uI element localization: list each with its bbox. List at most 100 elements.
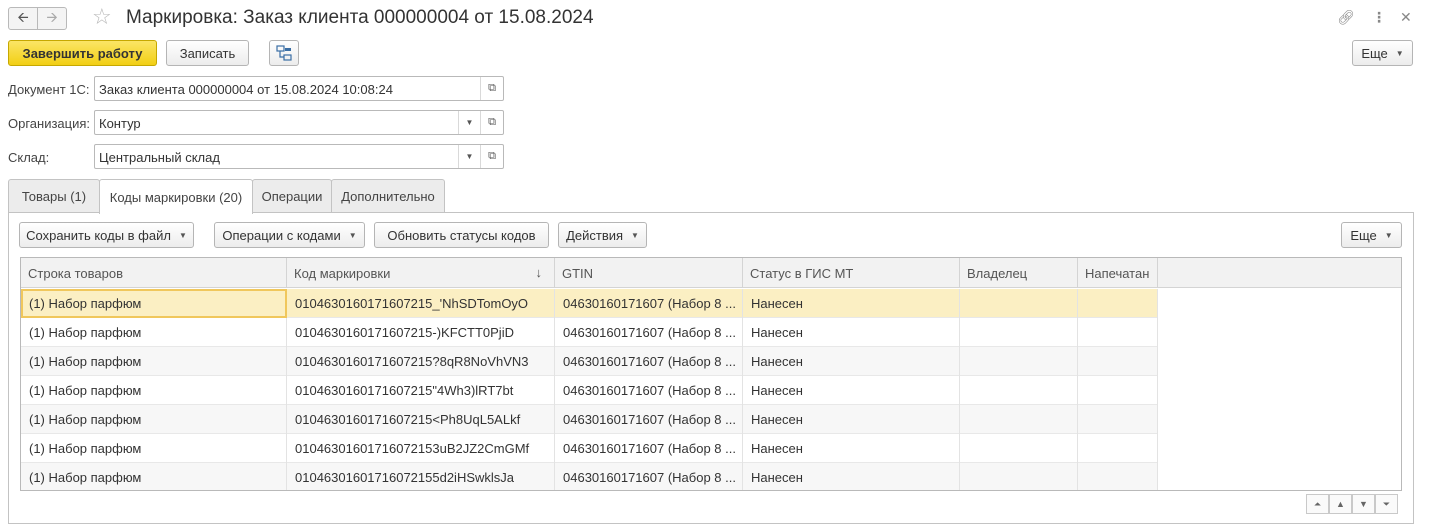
table-cell[interactable]: 0104630160171607215"4Wh3)lRT7bt: [287, 376, 555, 405]
forward-button[interactable]: 🡪: [37, 7, 67, 30]
table-cell[interactable]: 0104630160171607215?8qR8NoVhVN3: [287, 347, 555, 376]
table-cell[interactable]: [960, 434, 1078, 463]
table-cell[interactable]: 04630160171607 (Набор 8 ...: [555, 434, 743, 463]
table-cell[interactable]: [960, 347, 1078, 376]
table-cell[interactable]: [1078, 376, 1158, 405]
table-cell[interactable]: 0104630160171607215<Ph8UqL5ALkf: [287, 405, 555, 434]
open-icon[interactable]: ⧉: [480, 145, 503, 168]
table-more-button[interactable]: Еще ▼: [1341, 222, 1402, 248]
table-cell[interactable]: (1) Набор парфюм: [21, 376, 287, 405]
table-cell[interactable]: [1078, 405, 1158, 434]
finish-button[interactable]: Завершить работу: [8, 40, 157, 66]
caret-down-icon: ▼: [1384, 230, 1393, 240]
table-cell[interactable]: 04630160171607 (Набор 8 ...: [555, 463, 743, 490]
more-label: Еще: [1361, 45, 1388, 61]
table-cell[interactable]: [1078, 463, 1158, 490]
table-cell[interactable]: Нанесен: [743, 376, 960, 405]
dropdown-icon[interactable]: ▼: [458, 145, 480, 168]
organization-label: Организация:: [8, 116, 91, 131]
actions-button[interactable]: Действия ▼: [558, 222, 647, 248]
organization-field[interactable]: Контур ▼ ⧉: [94, 110, 504, 135]
table-row[interactable]: (1) Набор парфюм 01046301601716072153uB2J…: [21, 434, 1158, 463]
table-cell[interactable]: [960, 463, 1078, 490]
column-header[interactable]: Владелец: [960, 258, 1078, 288]
table-cell[interactable]: [1078, 289, 1158, 318]
tab-operations[interactable]: Операции: [252, 179, 332, 213]
table-cell[interactable]: Нанесен: [743, 463, 960, 490]
link-icon[interactable]: 🔗︎: [1337, 8, 1355, 26]
table-cell[interactable]: [960, 376, 1078, 405]
table-cell[interactable]: 04630160171607 (Набор 8 ...: [555, 318, 743, 347]
column-header-label: Код маркировки: [294, 266, 391, 281]
scroll-last-icon[interactable]: ⏷: [1375, 494, 1398, 514]
caret-down-icon: ▼: [178, 230, 187, 240]
document-field[interactable]: Заказ клиента 000000004 от 15.08.2024 10…: [94, 76, 504, 101]
star-icon[interactable]: ☆: [92, 5, 112, 29]
table-row[interactable]: (1) Набор парфюм 0104630160171607215"4Wh3…: [21, 376, 1158, 405]
table-cell[interactable]: Нанесен: [743, 434, 960, 463]
column-header[interactable]: Напечатан: [1078, 258, 1158, 288]
table-cell[interactable]: (1) Набор парфюм: [21, 347, 287, 376]
column-header-empty: [1158, 258, 1401, 288]
table-cell[interactable]: [960, 405, 1078, 434]
table-row[interactable]: (1) Набор парфюм 01046301601716072155d2iH…: [21, 463, 1158, 490]
save-codes-button[interactable]: Сохранить коды в файл ▼: [19, 222, 194, 248]
table-cell[interactable]: [1078, 434, 1158, 463]
tab-goods[interactable]: Товары (1): [8, 179, 100, 213]
table-cell[interactable]: Нанесен: [743, 347, 960, 376]
table-cell[interactable]: [1078, 318, 1158, 347]
table-cell[interactable]: 04630160171607 (Набор 8 ...: [555, 405, 743, 434]
table-cell[interactable]: (1) Набор парфюм: [21, 434, 287, 463]
table-cell[interactable]: (1) Набор парфюм: [21, 318, 287, 347]
table-row[interactable]: (1) Набор парфюм 0104630160171607215?8qR8…: [21, 347, 1158, 376]
structure-button[interactable]: [269, 40, 299, 66]
table-cell[interactable]: 0104630160171607215_'NhSDTomOyO: [287, 289, 555, 318]
table-cell[interactable]: [960, 289, 1078, 318]
table-cell[interactable]: (1) Набор парфюм: [21, 463, 287, 490]
column-header[interactable]: Строка товаров: [21, 258, 287, 288]
warehouse-label: Склад:: [8, 150, 50, 165]
marking-codes-table[interactable]: Строка товаров Код маркировки ↓ GTIN Ста…: [20, 257, 1402, 491]
table-cell[interactable]: Нанесен: [743, 289, 960, 318]
tab-additional[interactable]: Дополнительно: [331, 179, 445, 213]
scroll-up-icon[interactable]: ▲: [1329, 494, 1352, 514]
page-title: Маркировка: Заказ клиента 000000004 от 1…: [126, 7, 594, 28]
sort-desc-icon: ↓: [535, 265, 543, 280]
table-cell[interactable]: 04630160171607 (Набор 8 ...: [555, 347, 743, 376]
table-row[interactable]: (1) Набор парфюм 0104630160171607215-)KFC…: [21, 318, 1158, 347]
document-value: Заказ клиента 000000004 от 15.08.2024 10…: [99, 82, 393, 97]
column-header[interactable]: GTIN: [555, 258, 743, 288]
table-cell[interactable]: 0104630160171607215-)KFCTT0PjiD: [287, 318, 555, 347]
close-icon[interactable]: ✕: [1400, 8, 1412, 26]
open-icon[interactable]: ⧉: [480, 77, 503, 100]
table-cell[interactable]: Нанесен: [743, 318, 960, 347]
scroll-first-icon[interactable]: ⏶: [1306, 494, 1329, 514]
refresh-status-button[interactable]: Обновить статусы кодов: [374, 222, 549, 248]
table-cell[interactable]: [960, 318, 1078, 347]
table-cell[interactable]: (1) Набор парфюм: [21, 289, 287, 318]
table-row[interactable]: (1) Набор парфюм 0104630160171607215<Ph8U…: [21, 405, 1158, 434]
table-cell[interactable]: [1078, 347, 1158, 376]
table-cell[interactable]: (1) Набор парфюм: [21, 405, 287, 434]
table-cell[interactable]: 01046301601716072155d2iHSwklsJa: [287, 463, 555, 490]
table-cell[interactable]: 04630160171607 (Набор 8 ...: [555, 289, 743, 318]
document-label: Документ 1С:: [8, 82, 90, 97]
back-button[interactable]: 🡨: [8, 7, 38, 30]
warehouse-field[interactable]: Центральный склад ▼ ⧉: [94, 144, 504, 169]
kebab-icon[interactable]: ⋮: [1372, 8, 1386, 26]
table-cell[interactable]: Нанесен: [743, 405, 960, 434]
save-button[interactable]: Записать: [166, 40, 249, 66]
tab-marking-codes[interactable]: Коды маркировки (20): [99, 179, 253, 214]
table-row[interactable]: (1) Набор парфюм 0104630160171607215_'NhS…: [21, 289, 1158, 318]
scroll-down-icon[interactable]: ▼: [1352, 494, 1375, 514]
code-operations-button[interactable]: Операции с кодами ▼: [214, 222, 365, 248]
more-button[interactable]: Еще ▼: [1352, 40, 1413, 66]
table-cell[interactable]: 04630160171607 (Набор 8 ...: [555, 376, 743, 405]
column-header-sorted[interactable]: Код маркировки ↓: [287, 258, 555, 288]
caret-down-icon: ▼: [631, 230, 639, 240]
open-icon[interactable]: ⧉: [480, 111, 503, 134]
arrow-right-icon: 🡪: [46, 8, 58, 25]
dropdown-icon[interactable]: ▼: [458, 111, 480, 134]
table-cell[interactable]: 01046301601716072153uB2JZ2CmGMf: [287, 434, 555, 463]
column-header[interactable]: Статус в ГИС МТ: [743, 258, 960, 288]
